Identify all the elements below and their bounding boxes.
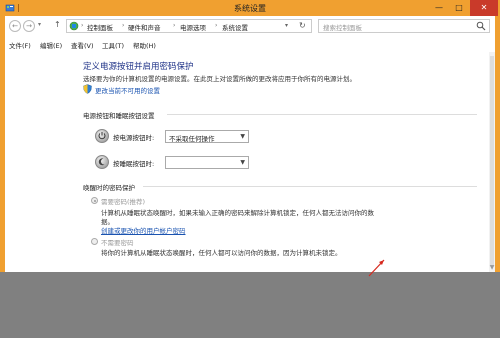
window-title: 系统设置 [234,4,266,13]
page-description: 选择要为你的计算机设置的电源设置。在此页上对设置所做的更改将应用于你所有的电源计… [83,75,356,83]
no-password-desc: 将你的计算机从睡眠状态唤醒时，任何人都可以访问你的数据，因为计算机未锁定。 [101,249,342,257]
breadcrumb-control-panel[interactable]: 控制面板 [87,22,113,32]
red-pointer-arrow-icon [368,259,385,277]
navigation-bar: ← → ▾ ↑ › 控制面板 › 硬件和声音 › 电源选项 › 系统设置 ▾ ↻ [5,16,495,36]
power-button-label: 按电源按钮时: [113,134,155,142]
search-icon[interactable] [476,21,486,31]
content-area: ← → ▾ ↑ › 控制面板 › 硬件和声音 › 电源选项 › 系统设置 ▾ ↻ [5,16,495,272]
menu-view[interactable]: 查看(V) [71,40,94,50]
menu-tools[interactable]: 工具(T) [102,40,124,50]
maximize-button[interactable]: □ [450,0,468,16]
chevron-down-icon: ▼ [240,159,245,166]
power-button-icon [95,129,109,143]
sleep-button-label: 按睡眠按钮时: [113,160,155,168]
settings-window: 系统设置 — □ ✕ ← → ▾ ↑ › 控制面板 › 硬件和声音 › 电源选项… [0,0,500,272]
forward-button[interactable]: → [23,20,35,32]
breadcrumb-power-options[interactable]: 电源选项 [180,22,206,32]
breadcrumb-system-settings[interactable]: 系统设置 [222,22,248,32]
power-section-title: 电源按钮和睡眠按钮设置 [83,112,155,120]
power-button-value: 不采取任何操作 [169,135,215,143]
power-button-select[interactable]: 不采取任何操作 ▼ [165,130,249,143]
no-password-radio[interactable] [91,238,98,245]
up-button[interactable]: ↑ [54,20,61,29]
recent-locations-dropdown[interactable]: ▾ [38,21,41,28]
no-password-label: 不需要密码 [101,239,134,247]
breadcrumb-hardware-sound[interactable]: 硬件和声音 [128,22,161,32]
scroll-down-icon[interactable]: ▼ [489,264,495,271]
close-button[interactable]: ✕ [470,0,498,16]
breadcrumb-separator: › [122,22,125,29]
breadcrumb-separator: › [81,22,84,29]
address-bar[interactable]: › 控制面板 › 硬件和声音 › 电源选项 › 系统设置 ▾ ↻ [66,19,312,33]
chevron-down-icon: ▼ [240,133,245,140]
control-panel-icon [69,21,79,31]
refresh-icon[interactable]: ↻ [299,21,306,30]
change-settings-link[interactable]: 更改当前不可用的设置 [95,85,160,95]
title-bar[interactable]: 系统设置 — □ ✕ [0,0,500,16]
breadcrumb-separator: › [173,22,176,29]
menu-edit[interactable]: 编辑(E) [40,40,62,50]
menu-help[interactable]: 帮助(H) [133,40,156,50]
create-password-link[interactable]: 创建或更改你的用户帐户密码 [101,225,186,235]
sleep-button-select[interactable]: ▼ [165,156,249,169]
search-placeholder: 搜索控制面板 [323,24,362,32]
menu-bar: 文件(F) 编辑(E) 查看(V) 工具(T) 帮助(H) [5,37,495,51]
page-title: 定义电源按钮并启用密码保护 [83,62,194,72]
search-input[interactable]: 搜索控制面板 [318,19,490,33]
require-password-radio[interactable] [91,197,98,204]
sleep-button-icon [95,155,109,169]
uac-shield-icon [83,84,92,94]
breadcrumb-separator: › [215,22,218,29]
wake-section-title: 唤醒时的密码保护 [83,184,135,192]
section-divider [167,114,477,115]
power-symbol-icon [98,132,106,140]
back-button[interactable]: ← [9,20,21,32]
moon-icon [98,158,105,166]
section-divider [143,186,477,187]
menu-file[interactable]: 文件(F) [9,40,31,50]
require-password-label: 需要密码(推荐) [101,198,146,206]
minimize-button[interactable]: — [430,0,448,16]
address-dropdown-icon[interactable]: ▾ [285,22,288,29]
require-password-desc: 计算机从睡眠状态唤醒时，如果未输入正确的密码来解除计算机锁定，任何人都无法访问你… [101,209,374,217]
scrollbar-thumb[interactable] [490,56,494,266]
